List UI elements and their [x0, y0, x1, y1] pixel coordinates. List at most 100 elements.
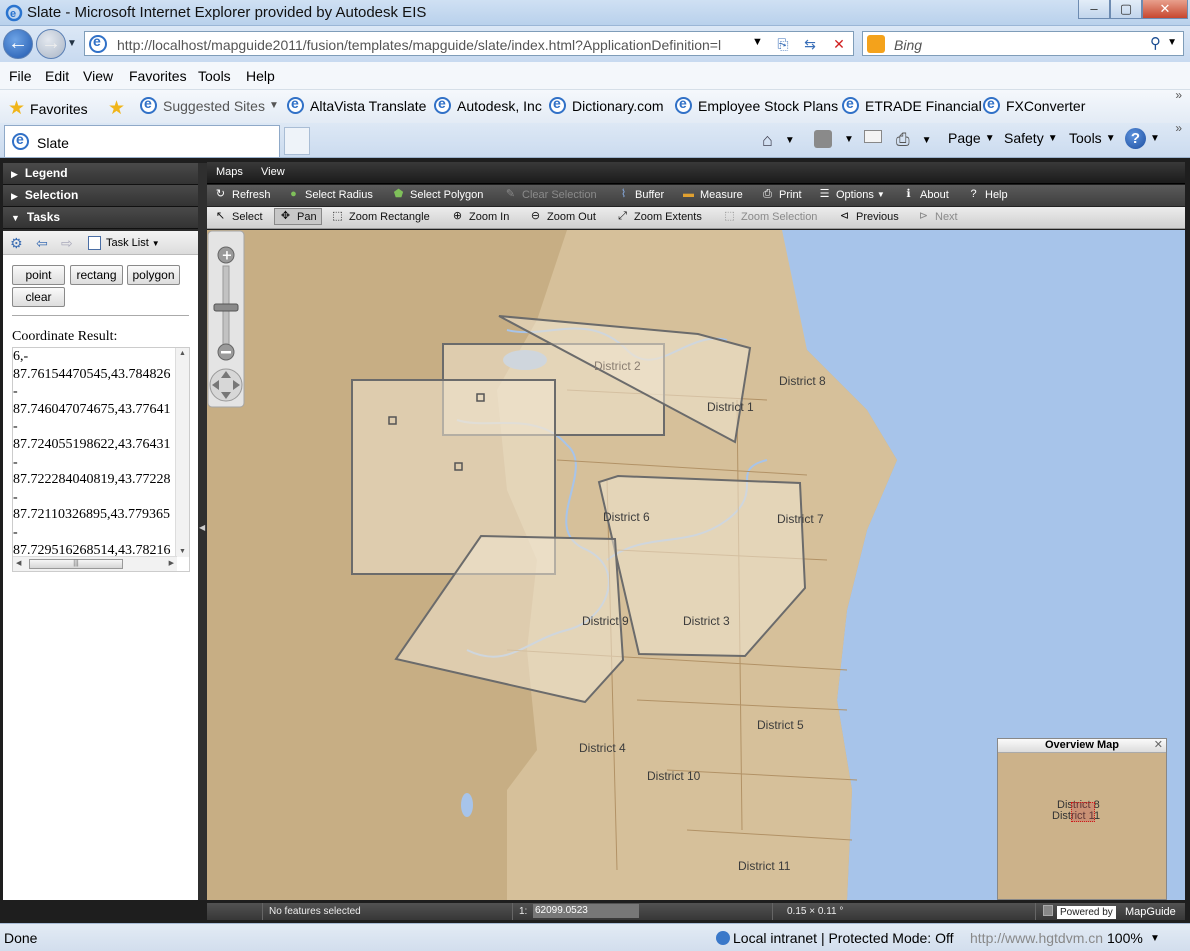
minimize-button[interactable]: –: [1078, 0, 1110, 19]
address-url[interactable]: http://localhost/mapguide2011/fusion/tem…: [117, 37, 742, 53]
more-commands-icon[interactable]: »: [1175, 121, 1182, 135]
fav-dictionary[interactable]: Dictionary.com: [549, 95, 664, 114]
tool-label: Buffer: [635, 188, 665, 201]
new-tab-button[interactable]: [284, 127, 310, 155]
chevron-down-icon: ▼: [151, 238, 160, 248]
about-button[interactable]: ℹ About: [902, 188, 948, 201]
close-window-button[interactable]: ✕: [1142, 0, 1188, 19]
scroll-thumb[interactable]: |||: [29, 559, 123, 569]
refresh-icon[interactable]: ⇆: [799, 34, 821, 54]
scroll-down-icon[interactable]: ▼: [179, 548, 186, 555]
stop-icon[interactable]: ✕: [828, 34, 850, 54]
zoom-dropdown-icon[interactable]: ▼: [1150, 933, 1160, 944]
fav-employee-stock[interactable]: Employee Stock Plans: [675, 95, 838, 114]
collapse-icon[interactable]: ◀: [199, 523, 205, 532]
tasks-header[interactable]: ▼ Tasks: [3, 207, 198, 229]
home-button[interactable]: ⌂ ▼: [762, 130, 795, 151]
maps-menu[interactable]: Maps: [216, 166, 243, 178]
scale-input[interactable]: 62099.0523: [533, 904, 639, 918]
coordinate-result-textarea[interactable]: 6,- 87.76154470545,43.784826 - 87.746047…: [12, 347, 190, 572]
task-list-button[interactable]: Task List ▼: [88, 236, 160, 250]
zoom-selection-button[interactable]: ⬚ Zoom Selection: [723, 210, 817, 223]
refresh-button[interactable]: ↻ Refresh: [214, 188, 271, 201]
compatibility-view-icon[interactable]: ⎘: [772, 34, 794, 54]
print-button[interactable]: ⎙ ▼: [896, 130, 932, 150]
back-button[interactable]: ←: [3, 29, 33, 59]
task-back-icon[interactable]: ⇦: [36, 235, 48, 252]
legend-header[interactable]: ▶ Legend: [3, 163, 198, 185]
task-forward-icon[interactable]: ⇨: [61, 235, 73, 252]
coordinate-result-text[interactable]: 6,- 87.76154470545,43.784826 - 87.746047…: [13, 348, 177, 556]
fav-suggested-sites[interactable]: Suggested Sites ▼: [140, 95, 279, 114]
menu-help[interactable]: Help: [246, 68, 275, 84]
menu-favorites[interactable]: Favorites: [129, 68, 187, 84]
select-radius-button[interactable]: ● Select Radius: [287, 188, 373, 201]
rectangle-button[interactable]: rectang: [70, 265, 123, 285]
fav-fxconverter[interactable]: FXConverter: [983, 95, 1085, 114]
search-box[interactable]: Bing ⚲ ▼: [862, 31, 1184, 56]
selection-header[interactable]: ▶ Selection: [3, 185, 198, 207]
address-dropdown-icon[interactable]: ▼: [752, 36, 763, 48]
zoom-slider[interactable]: +: [207, 230, 245, 408]
buffer-button[interactable]: ⌇ Buffer: [617, 188, 664, 201]
print-map-button[interactable]: ⎙ Print: [761, 188, 802, 201]
fav-autodesk[interactable]: Autodesk, Inc: [434, 95, 542, 114]
search-icon[interactable]: ⚲: [1150, 34, 1161, 52]
overview-map[interactable]: Overview Map ✕ District 8 District 11: [997, 738, 1167, 900]
mail-button[interactable]: [864, 130, 882, 143]
security-zone[interactable]: Local intranet | Protected Mode: Off: [733, 930, 954, 946]
tab-slate[interactable]: Slate: [4, 125, 280, 157]
clear-button[interactable]: clear: [12, 287, 65, 307]
vertical-scrollbar[interactable]: ▲ ▼: [175, 348, 189, 557]
zoom-out-button[interactable]: ⊖ Zoom Out: [529, 210, 596, 223]
favorites-label: Favorites: [30, 100, 88, 117]
polygon-button[interactable]: polygon: [127, 265, 180, 285]
tab-title: Slate: [37, 135, 69, 151]
zoom-extents-button[interactable]: ⤢ Zoom Extents: [616, 210, 702, 223]
options-button[interactable]: ☰ Options ▼: [818, 188, 885, 201]
scroll-up-icon[interactable]: ▲: [179, 350, 186, 357]
close-icon[interactable]: ✕: [1154, 739, 1163, 752]
point-button[interactable]: point: [12, 265, 65, 285]
select-button[interactable]: ↖ Select: [214, 210, 263, 223]
zoom-level[interactable]: 100%: [1107, 930, 1143, 946]
select-polygon-button[interactable]: ⬟ Select Polygon: [392, 188, 484, 201]
address-input[interactable]: http://localhost/mapguide2011/fusion/tem…: [84, 31, 854, 56]
tools-menu[interactable]: Tools ▼: [1069, 130, 1116, 146]
fav-altavista[interactable]: AltaVista Translate: [287, 95, 426, 114]
page-menu[interactable]: Page ▼: [948, 130, 995, 146]
menu-tools[interactable]: Tools: [198, 68, 231, 84]
add-favorite-button[interactable]: ★: [108, 97, 130, 120]
search-input[interactable]: Bing: [894, 37, 922, 53]
more-favorites-icon[interactable]: »: [1175, 88, 1182, 102]
scroll-right-icon[interactable]: ▶: [169, 559, 174, 567]
favorites-button[interactable]: ★ Favorites: [8, 97, 88, 120]
previous-button[interactable]: ⊲ Previous: [838, 210, 899, 223]
help-button[interactable]: ? Help: [967, 188, 1007, 201]
view-menu[interactable]: View: [261, 166, 285, 178]
history-dropdown-icon[interactable]: ▼: [67, 38, 77, 49]
forward-button[interactable]: →: [36, 29, 66, 59]
fav-etrade[interactable]: ETRADE Financial: [842, 95, 982, 114]
menu-edit[interactable]: Edit: [45, 68, 69, 84]
safety-menu[interactable]: Safety ▼: [1004, 130, 1058, 146]
menu-view[interactable]: View: [83, 68, 113, 84]
zoom-in-button[interactable]: ⊕ Zoom In: [451, 210, 509, 223]
help-menu[interactable]: ? ▼: [1125, 128, 1160, 149]
clear-selection-button[interactable]: ✎ Clear Selection: [504, 188, 597, 201]
panel-splitter[interactable]: ◀: [198, 163, 207, 900]
zoom-handle[interactable]: [213, 303, 239, 312]
menu-file[interactable]: File: [9, 68, 32, 84]
pan-button[interactable]: ✥ Pan: [274, 208, 322, 225]
map-canvas[interactable]: District 2 District 1 District 8 Distric…: [207, 230, 1185, 900]
overview-extent-box[interactable]: [1071, 802, 1095, 822]
feeds-button[interactable]: ▼: [814, 130, 854, 148]
zoom-rectangle-button[interactable]: ⬚ Zoom Rectangle: [331, 210, 429, 223]
horizontal-scrollbar[interactable]: ◀ ||| ▶: [13, 556, 177, 571]
search-dropdown-icon[interactable]: ▼: [1167, 37, 1177, 48]
scroll-left-icon[interactable]: ◀: [16, 559, 21, 567]
maximize-button[interactable]: ▢: [1110, 0, 1142, 19]
task-home-icon[interactable]: ⚙: [10, 235, 23, 252]
measure-button[interactable]: ▬ Measure: [682, 188, 743, 201]
next-button[interactable]: ⊳ Next: [917, 210, 958, 223]
